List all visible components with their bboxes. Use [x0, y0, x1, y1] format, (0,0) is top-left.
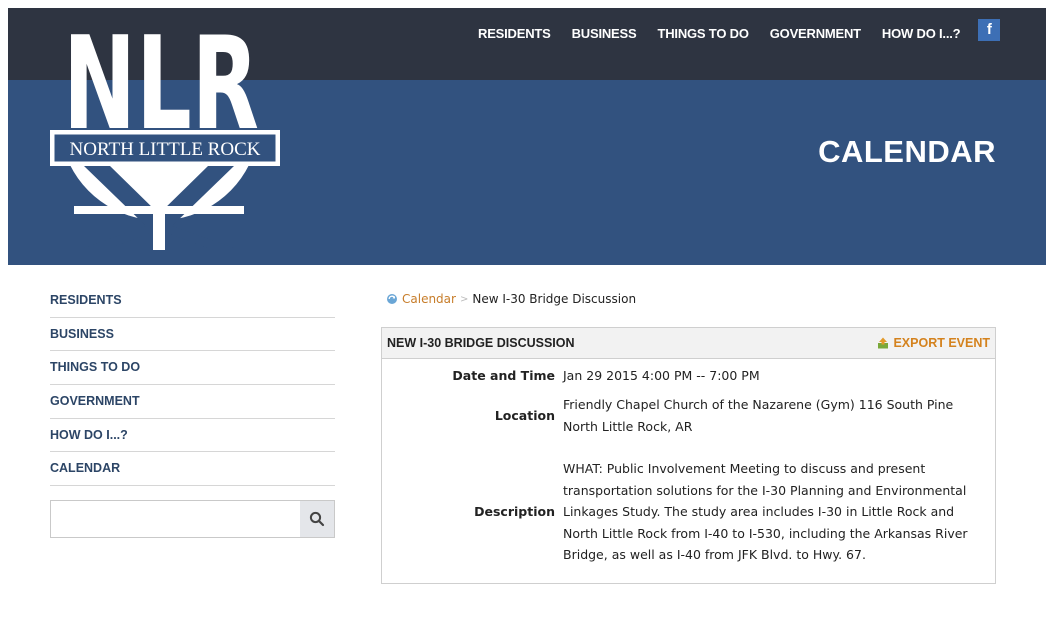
event-title: NEW I-30 BRIDGE DISCUSSION [387, 336, 575, 350]
sidebar-item-residents[interactable]: RESIDENTS [50, 284, 335, 318]
event-header: NEW I-30 BRIDGE DISCUSSION EXPORT EVENT [382, 328, 995, 359]
top-nav-residents[interactable]: RESIDENTS [478, 26, 551, 41]
date-value: Jan 29 2015 4:00 PM -- 7:00 PM [563, 368, 760, 383]
event-date-row: Date and Time Jan 29 2015 4:00 PM -- 7:0… [382, 365, 995, 387]
facebook-icon[interactable]: f [978, 18, 1001, 41]
top-nav: RESIDENTS BUSINESS THINGS TO DO GOVERNME… [478, 18, 1001, 41]
top-nav-how-do-i[interactable]: HOW DO I...? [882, 26, 961, 41]
page-title: CALENDAR [818, 134, 996, 169]
event-details: NEW I-30 BRIDGE DISCUSSION EXPORT EVENT … [381, 327, 996, 584]
top-nav-things-to-do[interactable]: THINGS TO DO [657, 26, 748, 41]
sidebar-item-business[interactable]: BUSINESS [50, 318, 335, 352]
site-header: NORTH LITTLE ROCK NLR RESIDENTS BUSINESS… [8, 8, 1046, 265]
search-box [50, 500, 335, 539]
breadcrumb: Calendar > New I-30 Bridge Discussion [386, 292, 636, 306]
breadcrumb-calendar-link[interactable]: Calendar [402, 292, 456, 306]
breadcrumb-separator: > [459, 293, 469, 305]
export-icon [878, 337, 889, 349]
top-nav-government[interactable]: GOVERNMENT [770, 26, 861, 41]
logo-letters: NLR [63, 10, 259, 159]
description-value: WHAT: Public Involvement Meeting to disc… [563, 461, 968, 563]
event-location-row: Location Friendly Chapel Church of the N… [382, 394, 995, 437]
location-value: Friendly Chapel Church of the Nazarene (… [563, 397, 954, 434]
date-label: Date and Time [452, 368, 555, 383]
nlr-logo[interactable]: NORTH LITTLE ROCK NLR [48, 8, 288, 258]
breadcrumb-current: New I-30 Bridge Discussion [472, 292, 637, 306]
search-input[interactable] [51, 501, 300, 538]
search-button[interactable] [300, 501, 334, 538]
location-label: Location [494, 408, 555, 424]
export-event-button[interactable]: EXPORT EVENT [877, 336, 990, 350]
sidebar-item-things-to-do[interactable]: THINGS TO DO [50, 351, 335, 386]
sidebar-item-how-do-i[interactable]: HOW DO I...? [50, 419, 335, 453]
sidebar-item-calendar[interactable]: CALENDAR [50, 452, 335, 487]
refresh-icon [387, 294, 397, 304]
sidebar-item-government[interactable]: GOVERNMENT [50, 385, 335, 419]
search-icon [309, 512, 325, 527]
event-description-row: Description WHAT: Public Involvement Mee… [382, 458, 995, 566]
top-nav-business[interactable]: BUSINESS [572, 26, 637, 41]
export-event-label: EXPORT EVENT [893, 336, 990, 350]
description-label: Description [474, 504, 555, 520]
sidebar: RESIDENTS BUSINESS THINGS TO DO GOVERNME… [50, 284, 335, 539]
